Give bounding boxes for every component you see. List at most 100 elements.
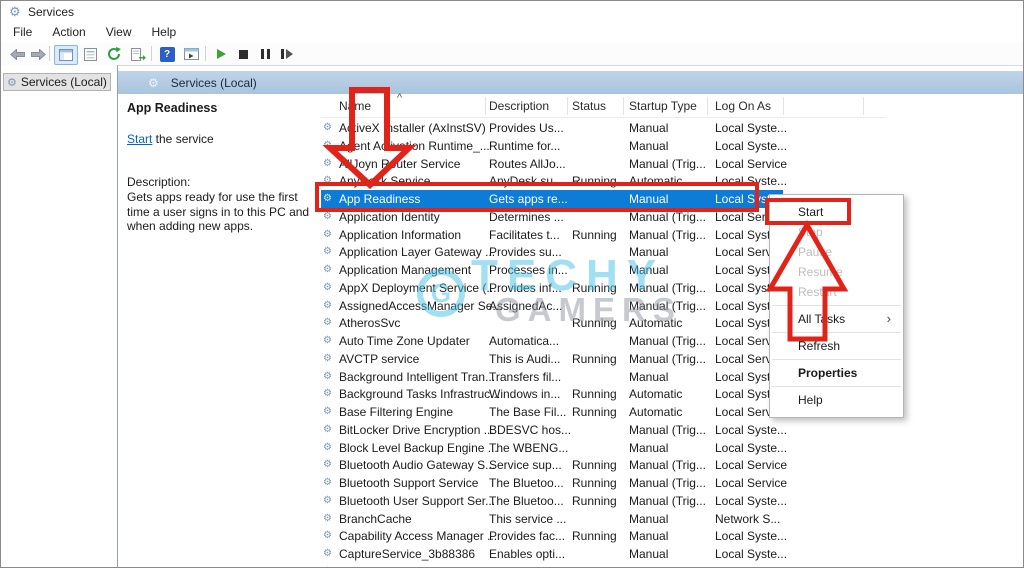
column-divider[interactable] xyxy=(623,97,624,115)
service-logon-as: Local Syst xyxy=(715,263,771,277)
service-name: AVCTP service xyxy=(339,351,420,366)
column-divider[interactable] xyxy=(863,97,864,115)
service-description: Provides Us... xyxy=(489,121,564,135)
service-row[interactable]: ⚙ Bluetooth User Support Ser... The Blueto… xyxy=(321,492,787,510)
context-menu-item-help[interactable]: Help xyxy=(770,390,903,410)
service-row[interactable]: ⚙ AppX Deployment Service (... Provides in… xyxy=(321,279,783,297)
service-row[interactable]: ⚙ CaptureService_3b88386 Enables opti... Ma… xyxy=(321,545,787,563)
column-header-description[interactable]: Description xyxy=(489,99,549,113)
column-divider[interactable] xyxy=(707,97,708,115)
menu-view[interactable]: View xyxy=(96,23,142,41)
service-row[interactable]: ⚙ Application Layer Gateway ... Provides s… xyxy=(321,243,783,261)
start-service-link[interactable]: Start xyxy=(127,132,152,146)
service-name: Application Identity xyxy=(339,209,440,224)
column-header-startup-type[interactable]: Startup Type xyxy=(629,99,697,113)
refresh-icon[interactable] xyxy=(103,45,125,63)
service-row[interactable]: ⚙ Auto Time Zone Updater Automatica... Manu… xyxy=(321,332,783,350)
service-status: Running xyxy=(572,405,617,419)
service-row[interactable]: ⚙ Application Information Facilitates t...… xyxy=(321,226,783,244)
export-list-icon[interactable] xyxy=(127,45,149,63)
gear-icon: ⚙ xyxy=(323,563,332,567)
service-row[interactable]: ⚙ Bluetooth Audio Gateway S... Service sup… xyxy=(321,456,787,474)
gear-icon: ⚙ xyxy=(323,317,332,329)
context-menu-item-stop: Stop xyxy=(770,222,903,242)
service-row[interactable]: ⚙ Capability Access Manager ... Provides f… xyxy=(321,527,787,545)
menu-separator xyxy=(772,332,901,333)
service-startup-type: Manual (Trig... xyxy=(629,209,706,224)
column-divider[interactable] xyxy=(783,97,784,115)
tree-item-services-local[interactable]: ⚙ Services (Local) xyxy=(3,73,111,91)
service-row[interactable]: ⚙ Background Intelligent Tran... Transfers… xyxy=(321,368,783,386)
window-title: Services xyxy=(28,5,75,19)
service-description: The Base Fil... xyxy=(489,405,567,419)
service-description: Gets apps re... xyxy=(489,192,568,206)
stop-service-icon[interactable] xyxy=(232,45,254,63)
service-startup-type: Manual xyxy=(629,547,669,561)
service-row[interactable]: ⚙ AnyDesk Service AnyDesk su... Running Auto… xyxy=(321,172,787,190)
service-logon-as: Local Syst xyxy=(715,280,771,295)
service-name: CaptureService_3b88386 xyxy=(339,547,476,561)
console-tree-panel: ⚙ Services (Local) xyxy=(1,65,118,567)
service-row[interactable]: ⚙ Base Filtering Engine The Base Fil... Run… xyxy=(321,403,783,421)
properties-icon[interactable] xyxy=(79,45,101,63)
service-name: AtherosSvc xyxy=(339,316,401,331)
service-startup-type: Manual xyxy=(629,511,669,526)
service-startup-type: Manual (Trig... xyxy=(629,280,706,295)
gear-icon: ⚙ xyxy=(323,530,332,542)
service-startup-type: Manual (Trig... xyxy=(629,493,706,508)
context-menu-item-start[interactable]: Start xyxy=(770,202,903,222)
pause-service-icon[interactable] xyxy=(254,45,276,63)
menu-separator xyxy=(772,386,901,387)
service-description: Provides inf... xyxy=(489,280,562,295)
back-arrow-icon[interactable] xyxy=(6,45,28,63)
services-window: ⚙ Services File Action View Help ? ⚙ Servic… xyxy=(0,0,1024,568)
service-row[interactable]: ⚙ AssignedAccessManager Se... AssignedAc..… xyxy=(321,297,783,315)
column-header-status[interactable]: Status xyxy=(572,99,606,113)
service-row[interactable]: ⚙ Block Level Backup Engine ... The WBENG.… xyxy=(321,439,787,457)
forward-arrow-icon[interactable] xyxy=(27,45,49,63)
service-row[interactable]: ⚙ Application Identity Determines ... Manua… xyxy=(321,208,783,226)
service-row[interactable]: ⚙ Background Tasks Infrastruc... Windows i… xyxy=(321,385,783,403)
service-row[interactable]: ⚙ Agent Activation Runtime_... Runtime for… xyxy=(321,137,787,155)
context-menu-item-properties[interactable]: Properties xyxy=(770,363,903,383)
service-row[interactable]: ⚙ App Readiness Gets apps re... Manual Local… xyxy=(321,190,787,208)
service-row[interactable]: ⚙ AllJoyn Router Service Routes AllJo... Ma… xyxy=(321,155,787,173)
service-row[interactable]: ⚙ AVCTP service This is Audi... Running Manu… xyxy=(321,350,783,368)
menu-help[interactable]: Help xyxy=(142,23,187,41)
service-row[interactable]: ⚙ Cellular Ti... This servi... Manual (Trig… xyxy=(321,563,784,567)
service-row[interactable]: ⚙ ActiveX Installer (AxInstSV) Provides Us… xyxy=(321,119,787,137)
menu-item-label: All Tasks xyxy=(798,312,846,326)
service-logon-as: Local Service xyxy=(715,458,788,473)
service-name: Bluetooth Audio Gateway S... xyxy=(339,458,496,473)
gear-icon: ⚙ xyxy=(323,335,332,346)
service-description: Service sup... xyxy=(489,458,562,473)
menu-item-label: Help xyxy=(798,393,823,407)
menu-file[interactable]: File xyxy=(3,23,42,41)
menu-item-label: Resume xyxy=(798,265,843,279)
service-description: Processes in... xyxy=(489,263,568,277)
column-divider[interactable] xyxy=(485,97,486,115)
show-extended-view-icon[interactable] xyxy=(180,45,202,63)
service-row[interactable]: ⚙ Bluetooth Support Service The Bluetoo...… xyxy=(321,474,787,492)
column-divider[interactable] xyxy=(567,97,568,115)
service-description: The Bluetoo... xyxy=(489,493,564,508)
column-header-name[interactable]: Name xyxy=(339,99,371,113)
service-row[interactable]: ⚙ Application Management Processes in... Ma… xyxy=(321,261,783,279)
menu-item-label: Stop xyxy=(798,225,823,239)
gear-icon: ⚙ xyxy=(323,423,332,435)
help-icon[interactable]: ? xyxy=(156,45,178,63)
menu-action[interactable]: Action xyxy=(42,23,95,41)
service-row[interactable]: ⚙ BitLocker Drive Encryption ... BDESVC ho… xyxy=(321,421,787,439)
context-menu-item-all-tasks[interactable]: All Tasks › xyxy=(770,309,903,329)
service-row[interactable]: ⚙ BranchCache This service ... Manual Networ… xyxy=(321,510,783,528)
context-menu-item-refresh[interactable]: Refresh xyxy=(770,336,903,356)
gear-icon: ⚙ xyxy=(323,193,332,204)
service-logon-as: Local Syst xyxy=(715,387,771,402)
column-header-log-on-as[interactable]: Log On As xyxy=(715,99,771,113)
show-console-tree-icon[interactable] xyxy=(54,45,78,65)
service-row[interactable]: ⚙ AtherosSvc Running Automatic Local Syst xyxy=(321,314,783,332)
gear-icon: ⚙ xyxy=(323,210,332,222)
menu-item-label: Restart xyxy=(798,285,837,299)
restart-service-icon[interactable] xyxy=(276,45,298,63)
start-service-icon[interactable] xyxy=(210,45,232,63)
